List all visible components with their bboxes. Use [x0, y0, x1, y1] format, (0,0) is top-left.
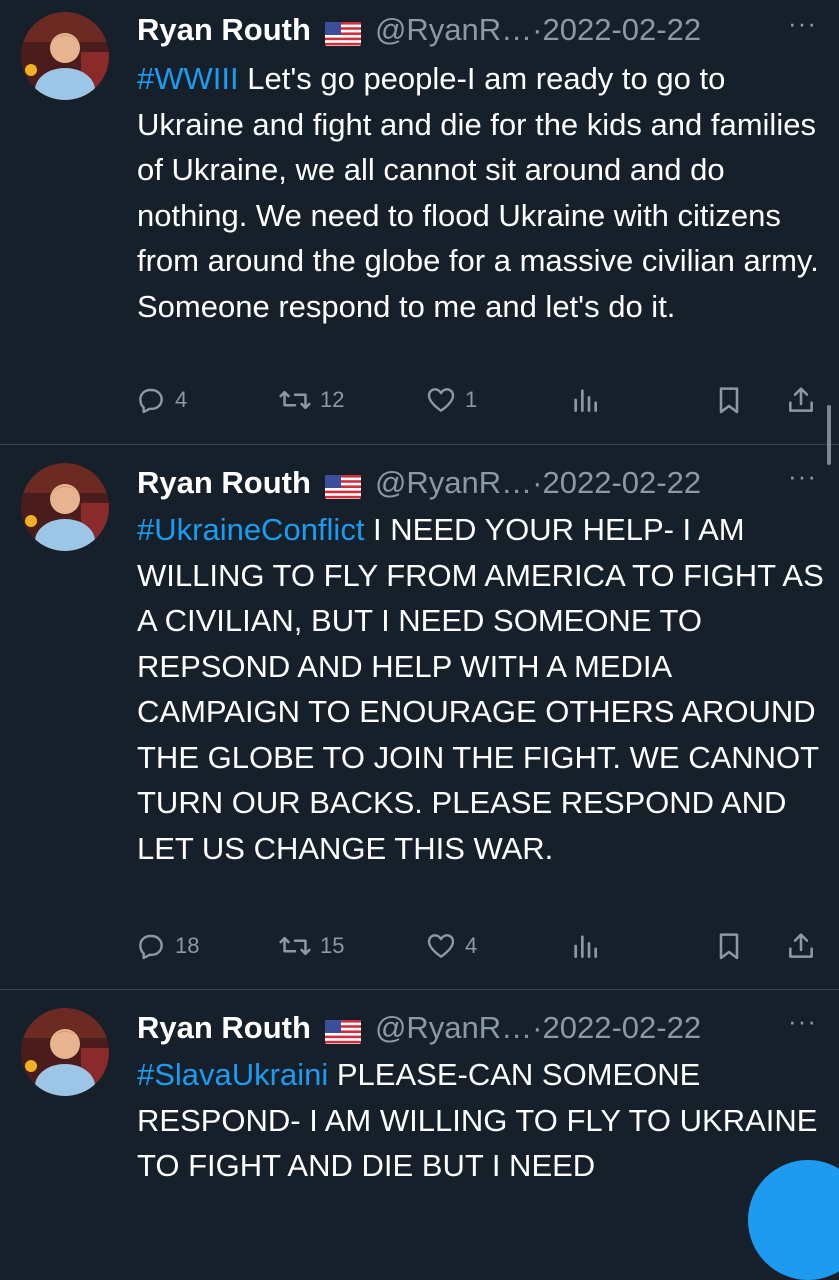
hashtag-link[interactable]: #SlavaUkraini	[137, 1057, 328, 1092]
us-flag-icon	[324, 1016, 361, 1044]
tweet-date[interactable]: 2022-02-22	[543, 1010, 702, 1046]
author-handle[interactable]: @RyanR…	[375, 1010, 532, 1046]
bookmark-button[interactable]	[713, 928, 745, 964]
views-icon	[574, 389, 597, 412]
tweet-body-text: Let's go people-I am ready to go to Ukra…	[137, 61, 819, 324]
views-icon	[574, 935, 597, 958]
more-options-icon[interactable]: ···	[788, 1006, 817, 1037]
reply-button[interactable]: 18	[135, 928, 199, 964]
share-icon	[789, 387, 813, 412]
retweet-icon	[279, 936, 311, 956]
retweet-count: 15	[320, 933, 345, 958]
retweet-button[interactable]: 12	[278, 382, 344, 418]
tweet-text: #WWIII Let's go people-I am ready to go …	[137, 56, 827, 329]
hashtag-link[interactable]: #UkraineConflict	[137, 512, 364, 547]
reply-icon	[139, 934, 163, 960]
more-options-icon[interactable]: ···	[788, 461, 817, 492]
retweet-icon	[279, 390, 311, 410]
heart-icon	[427, 934, 455, 958]
tweet[interactable]: Ryan Routh @RyanR… · 2022-02-22 ··· #WWI…	[0, 0, 839, 445]
tweet-text: #SlavaUkraini PLEASE-CAN SOMEONE RESPOND…	[137, 1052, 827, 1189]
share-button[interactable]	[785, 928, 817, 964]
reply-count: 18	[175, 933, 200, 958]
like-count: 4	[465, 933, 478, 958]
tweet-actions: 18 15 4	[135, 928, 825, 964]
like-button[interactable]: 4	[425, 928, 477, 964]
views-button[interactable]	[569, 928, 601, 964]
retweet-count: 12	[320, 387, 345, 412]
share-button[interactable]	[785, 382, 817, 418]
avatar[interactable]	[21, 463, 109, 551]
reply-button[interactable]: 4	[135, 382, 187, 418]
tweet-date[interactable]: 2022-02-22	[543, 12, 702, 48]
avatar[interactable]	[21, 12, 109, 100]
avatar[interactable]	[21, 1008, 109, 1096]
author-handle[interactable]: @RyanR…	[375, 12, 532, 48]
bookmark-icon	[719, 387, 739, 414]
reply-icon	[139, 388, 163, 414]
like-count: 1	[465, 387, 478, 412]
tweet-date[interactable]: 2022-02-22	[543, 465, 702, 501]
tweet[interactable]: Ryan Routh @RyanR… · 2022-02-22 ··· #Ukr…	[0, 445, 839, 990]
tweet-header: Ryan Routh @RyanR… · 2022-02-22	[137, 463, 827, 503]
tweet-text: #UkraineConflict I NEED YOUR HELP- I AM …	[137, 507, 827, 871]
author-name[interactable]: Ryan Routh	[137, 12, 311, 48]
scrollbar[interactable]	[827, 405, 831, 465]
heart-icon	[427, 388, 455, 412]
separator-dot: ·	[532, 1010, 543, 1045]
bookmark-icon	[719, 933, 739, 960]
hashtag-link[interactable]: #WWIII	[137, 61, 239, 96]
us-flag-icon	[324, 18, 361, 46]
reply-count: 4	[175, 387, 188, 412]
views-button[interactable]	[569, 382, 601, 418]
retweet-button[interactable]: 15	[278, 928, 344, 964]
author-name[interactable]: Ryan Routh	[137, 1010, 311, 1046]
separator-dot: ·	[532, 465, 543, 500]
like-button[interactable]: 1	[425, 382, 477, 418]
author-name[interactable]: Ryan Routh	[137, 465, 311, 501]
more-options-icon[interactable]: ···	[788, 8, 817, 39]
tweet-actions: 4 12 1	[135, 382, 825, 418]
us-flag-icon	[324, 471, 361, 499]
tweet-feed: Ryan Routh @RyanR… · 2022-02-22 ··· #WWI…	[0, 0, 839, 1280]
share-icon	[789, 933, 813, 958]
tweet-header: Ryan Routh @RyanR… · 2022-02-22	[137, 10, 827, 50]
separator-dot: ·	[532, 12, 543, 47]
tweet[interactable]: Ryan Routh @RyanR… · 2022-02-22 ··· #Sla…	[0, 990, 839, 1250]
tweet-body-text: I NEED YOUR HELP- I AM WILLING TO FLY FR…	[137, 512, 824, 866]
bookmark-button[interactable]	[713, 382, 745, 418]
author-handle[interactable]: @RyanR…	[375, 465, 532, 501]
tweet-header: Ryan Routh @RyanR… · 2022-02-22	[137, 1008, 827, 1048]
